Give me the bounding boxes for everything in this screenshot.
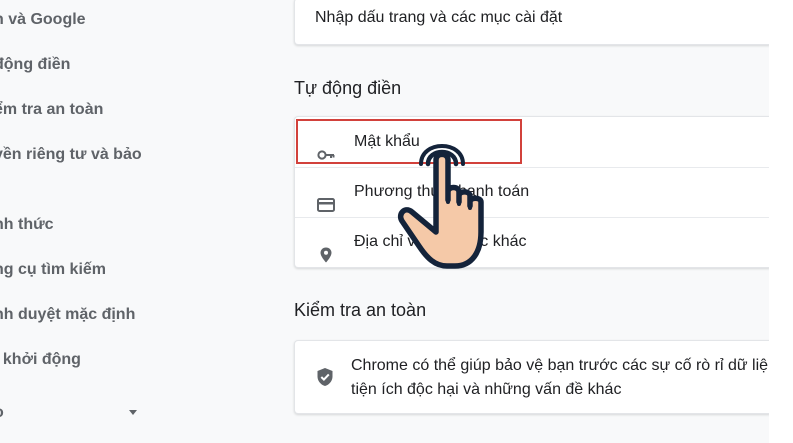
sidebar-item-privacy-security[interactable]: yền riêng tư và bảo: [0, 142, 254, 168]
safety-check-card[interactable]: Chrome có thể giúp bảo vệ bạn trước các …: [294, 340, 781, 414]
sidebar-item-appearance[interactable]: nh thức: [0, 212, 254, 238]
sidebar-item-privacy-security-cont[interactable]: t: [0, 167, 254, 193]
safety-check-section-title: Kiểm tra an toàn: [294, 300, 427, 320]
safety-check-description: Chrome có thể giúp bảo vệ bạn trước các …: [351, 354, 781, 402]
sidebar-item-autofill[interactable]: động điền: [0, 52, 254, 78]
settings-main: Nhập dấu trang và các mục cài đặt Tự độn…: [270, 0, 793, 443]
right-page-margin: [769, 0, 793, 443]
safety-check-line-1: Chrome có thể giúp bảo vệ bạn trước các …: [351, 357, 782, 374]
addresses-row[interactable]: Địa chỉ và các mục khác: [295, 217, 770, 267]
sidebar-item-on-startup[interactable]: i khởi động: [0, 347, 254, 373]
chevron-down-icon[interactable]: [129, 410, 137, 415]
sidebar-item-you-and-google[interactable]: n và Google: [0, 7, 254, 33]
hand-pointer-icon: [395, 140, 513, 280]
autofill-section-title: Tự động điền: [294, 78, 402, 98]
sidebar-item-default-browser[interactable]: nh duyệt mặc định: [0, 302, 254, 328]
payment-methods-row[interactable]: Phương thức thanh toán: [295, 167, 770, 217]
credit-card-icon: [317, 184, 335, 212]
sidebar-item-search-engine[interactable]: ng cụ tìm kiếm: [0, 257, 254, 283]
safety-check-line-2: tiện ích độc hại và những vấn đề khác: [351, 381, 622, 398]
sidebar-item-safety-check[interactable]: ểm tra an toàn: [0, 97, 254, 123]
import-bookmarks-label: Nhập dấu trang và các mục cài đặt: [315, 9, 563, 26]
shield-check-icon: [316, 367, 334, 392]
location-pin-icon: [317, 234, 335, 263]
sidebar-item-advanced[interactable]: o: [0, 400, 254, 426]
import-bookmarks-card[interactable]: Nhập dấu trang và các mục cài đặt: [294, 0, 770, 45]
settings-sidebar: n và Google động điền ểm tra an toàn yền…: [0, 0, 270, 443]
